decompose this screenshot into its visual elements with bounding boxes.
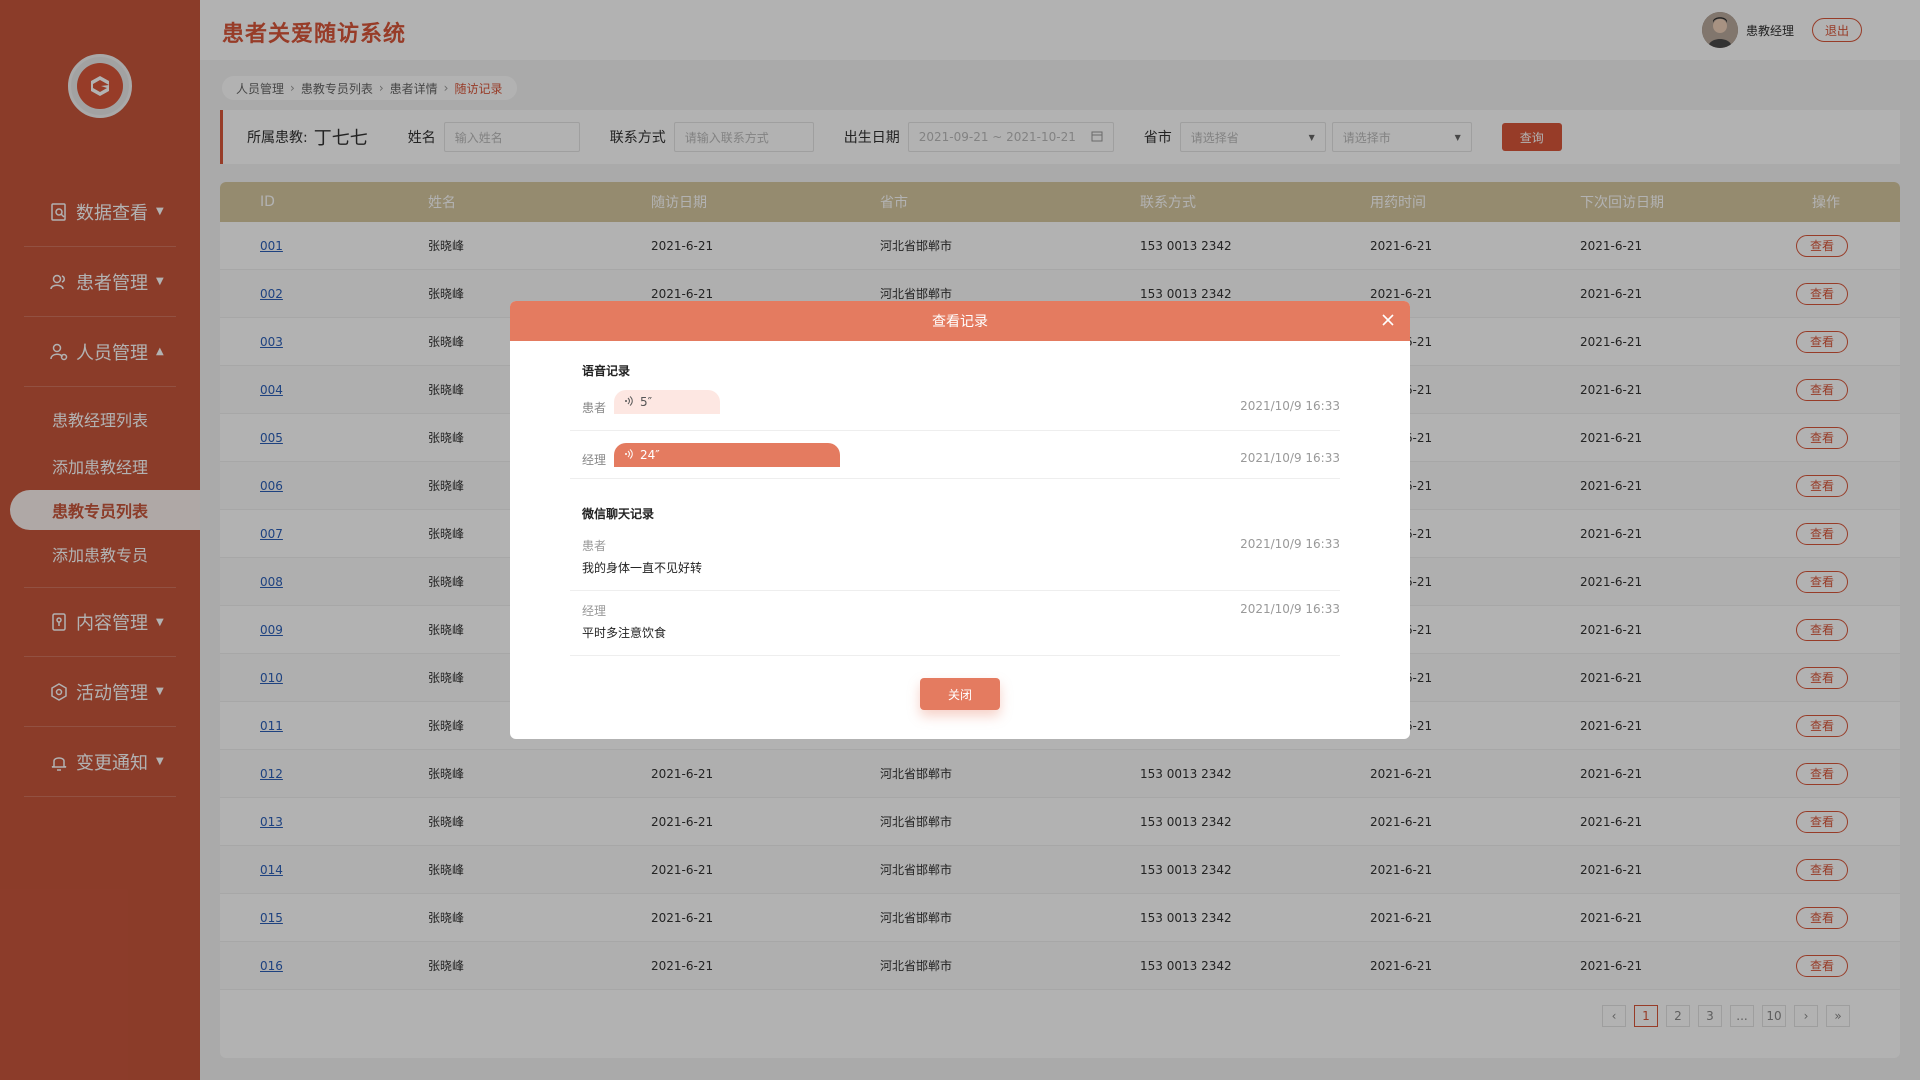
voice-record-row: 经理 24″ 2021/10/9 16:33 bbox=[570, 431, 1340, 479]
chat-time: 2021/10/9 16:33 bbox=[1240, 537, 1340, 551]
voice-record-row: 患者 5″ 2021/10/9 16:33 bbox=[570, 383, 1340, 431]
chat-role: 患者 bbox=[582, 539, 607, 553]
close-icon[interactable] bbox=[1380, 312, 1396, 328]
voice-role: 经理 bbox=[582, 453, 607, 467]
voice-duration: 24″ bbox=[640, 448, 660, 462]
voice-section-title: 语音记录 bbox=[582, 364, 631, 378]
chat-role: 经理 bbox=[582, 604, 607, 618]
chat-text: 平时多注意饮食 bbox=[582, 626, 667, 640]
chat-record-row: 患者 我的身体一直不见好转 2021/10/9 16:33 bbox=[570, 527, 1340, 591]
chat-text: 我的身体一直不见好转 bbox=[582, 561, 703, 575]
voice-duration: 5″ bbox=[640, 395, 653, 409]
voice-message[interactable]: 5″ bbox=[614, 390, 720, 414]
chat-time: 2021/10/9 16:33 bbox=[1240, 602, 1340, 616]
voice-time: 2021/10/9 16:33 bbox=[1240, 399, 1340, 413]
voice-message[interactable]: 24″ bbox=[614, 443, 840, 467]
audio-wave-icon bbox=[624, 448, 634, 462]
chat-record-row: 经理 平时多注意饮食 2021/10/9 16:33 bbox=[570, 592, 1340, 656]
modal-title: 查看记录 bbox=[932, 314, 988, 330]
voice-time: 2021/10/9 16:33 bbox=[1240, 451, 1340, 465]
record-modal: 查看记录 语音记录 患者 5″ 2021/10/9 16:33 经理 24″ 2… bbox=[510, 301, 1410, 739]
modal-header: 查看记录 bbox=[510, 301, 1410, 341]
voice-role: 患者 bbox=[582, 401, 607, 415]
close-button[interactable]: 关闭 bbox=[920, 678, 1000, 710]
audio-wave-icon bbox=[624, 395, 634, 409]
chat-section-title: 微信聊天记录 bbox=[582, 507, 655, 521]
